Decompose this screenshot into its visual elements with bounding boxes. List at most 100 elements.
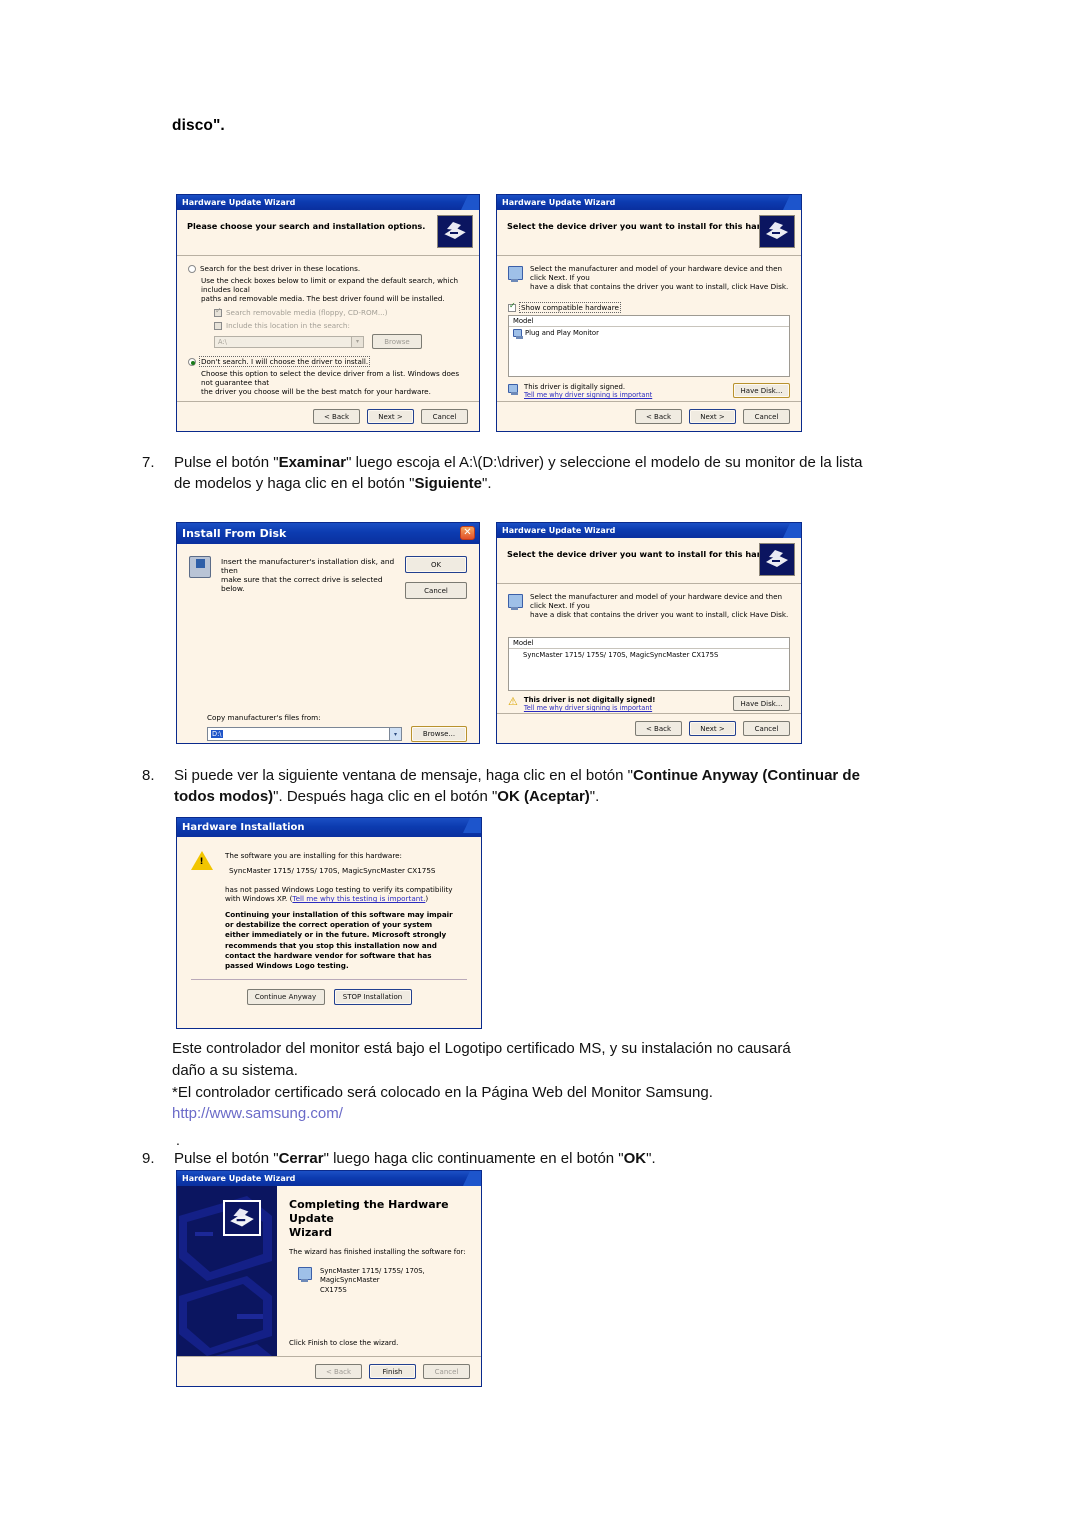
finish-hint: Click Finish to close the wizard.	[289, 1339, 399, 1347]
dialog-title: Hardware Update Wizard	[182, 198, 296, 207]
wizard-title: Completing the Hardware Update Wizard	[289, 1198, 471, 1239]
step-9: 9. Pulse el botón "Cerrar" luego haga cl…	[142, 1148, 872, 1169]
location-combobox[interactable]: A:\ ▾	[214, 335, 364, 348]
titlebar-corner	[455, 1171, 481, 1186]
warning-triangle-icon: ⚠	[508, 695, 518, 708]
driver-desc-line1: Select the manufacturer and model of you…	[530, 592, 783, 610]
checkbox-label: Search removable media (floppy, CD-ROM..…	[226, 308, 388, 317]
bold-line4: recommends that you stop this installati…	[225, 940, 437, 950]
monitor-icon	[508, 594, 523, 610]
model-listbox[interactable]: Model Plug and Play Monitor	[508, 315, 790, 377]
back-button[interactable]: < Back	[635, 409, 682, 424]
wizard-header-text: Please choose your search and installati…	[187, 221, 426, 231]
driver-signing-link[interactable]: Tell me why driver signing is important	[524, 391, 733, 399]
have-disk-button[interactable]: Have Disk...	[733, 696, 790, 711]
cancel-button[interactable]: Cancel	[743, 409, 790, 424]
titlebar: Hardware Installation	[177, 818, 481, 837]
wizard-body: Select the manufacturer and model of you…	[497, 256, 801, 399]
dialog-completing-wizard[interactable]: Hardware Update Wizard Completing the Ha…	[176, 1170, 482, 1387]
dialog-install-from-disk[interactable]: Install From Disk ✕ Insert the manufactu…	[176, 522, 480, 744]
radio-label: Search for the best driver in these loca…	[200, 264, 361, 273]
bold-line6: passed Windows Logo testing.	[225, 961, 349, 971]
driver-signing-link[interactable]: Tell me why driver signing is important	[524, 704, 733, 712]
wizard-title-line1: Completing the Hardware Update	[289, 1198, 449, 1225]
closing-paragraph: Este controlador del monitor está bajo e…	[172, 1038, 872, 1125]
have-disk-button[interactable]: Have Disk...	[733, 383, 790, 398]
intro-text: The software you are installing for this…	[225, 851, 402, 860]
back-button[interactable]: < Back	[315, 1364, 362, 1379]
wizard-hand-disk-icon	[759, 543, 795, 576]
radio-dont-search[interactable]: Don't search. I will choose the driver t…	[188, 356, 468, 367]
path-combobox[interactable]: D:\ ▾	[207, 727, 402, 741]
signed-status: This driver is not digitally signed!	[523, 696, 656, 704]
checkbox-icon	[214, 322, 222, 330]
dialog-title: Hardware Update Wizard	[182, 1174, 296, 1183]
next-button[interactable]: Next >	[367, 409, 414, 424]
back-button[interactable]: < Back	[635, 721, 682, 736]
step-7: 7. Pulse el botón "Examinar" luego escoj…	[142, 452, 872, 495]
radio-label: Don't search. I will choose the driver t…	[198, 356, 371, 367]
ok-button[interactable]: OK	[405, 556, 467, 573]
document-page: disco". Hardware Update Wizard Please ch…	[0, 0, 1080, 1528]
list-item[interactable]: Plug and Play Monitor	[509, 327, 789, 339]
floppy-disk-icon	[189, 556, 211, 578]
checkbox-show-compatible[interactable]: Show compatible hardware	[508, 302, 790, 313]
checkbox-label: Include this location in the search:	[226, 321, 350, 330]
close-icon[interactable]: ✕	[460, 526, 475, 540]
list-item[interactable]: SyncMaster 1715/ 175S/ 170S, MagicSyncMa…	[509, 649, 789, 659]
dialog-select-driver-samsung[interactable]: Hardware Update Wizard Select the device…	[496, 522, 802, 744]
next-button[interactable]: Next >	[689, 721, 736, 736]
dialog-search-options[interactable]: Hardware Update Wizard Please choose you…	[176, 194, 480, 432]
samsung-url-link[interactable]: http://www.samsung.com/	[172, 1103, 872, 1125]
step-text: Pulse el botón "Examinar" luego escoja e…	[174, 454, 863, 493]
cancel-button[interactable]: Cancel	[421, 409, 468, 424]
monitor-icon	[513, 329, 523, 339]
browse-button[interactable]: Browse...	[411, 726, 467, 742]
driver-desc-line2: have a disk that contains the driver you…	[530, 610, 789, 619]
finish-button[interactable]: Finish	[369, 1364, 416, 1379]
cancel-button[interactable]: Cancel	[423, 1364, 470, 1379]
testing-important-link[interactable]: Tell me why this testing is important.	[292, 894, 425, 903]
search-description-line1: Use the check boxes below to limit or ex…	[201, 276, 459, 294]
checkbox-icon	[508, 302, 516, 312]
dialog-hardware-installation[interactable]: Hardware Installation The software you a…	[176, 817, 482, 1029]
browse-button[interactable]: Browse	[372, 334, 422, 349]
step-number: 8.	[142, 767, 155, 784]
continue-anyway-button[interactable]: Continue Anyway	[246, 989, 325, 1006]
warning-suffix: )	[425, 894, 429, 903]
step-text: Si puede ver la siguiente ventana de men…	[174, 767, 860, 806]
warning-prefix: with Windows XP. (	[225, 894, 293, 903]
dialog-body: The software you are installing for this…	[177, 837, 481, 1006]
dontsearch-description: Choose this option to select the device …	[201, 369, 468, 396]
paragraph-line3: *El controlador certificado será colocad…	[172, 1083, 713, 1101]
cancel-button[interactable]: Cancel	[405, 582, 467, 599]
dialog-footer: < Back Finish Cancel	[177, 1356, 481, 1386]
back-button[interactable]: < Back	[313, 409, 360, 424]
dialog-select-driver-compatible[interactable]: Hardware Update Wizard Select the device…	[496, 194, 802, 432]
bold-line1: Continuing your installation of this sof…	[225, 910, 453, 919]
chevron-down-icon[interactable]: ▾	[351, 336, 363, 347]
monitor-icon	[298, 1267, 312, 1283]
checkbox-search-removable[interactable]: Search removable media (floppy, CD-ROM..…	[214, 307, 468, 317]
cancel-button[interactable]: Cancel	[743, 721, 790, 736]
device-line1: SyncMaster 1715/ 175S/ 170S, MagicSyncMa…	[320, 1267, 425, 1285]
stop-installation-button[interactable]: STOP Installation	[333, 989, 412, 1006]
dialog-footer: < Back Next > Cancel	[497, 713, 801, 743]
step-number: 9.	[142, 1150, 155, 1167]
message-line1: Insert the manufacturer's installation d…	[221, 557, 395, 575]
titlebar-corner	[455, 818, 481, 833]
page-heading: disco".	[172, 117, 225, 134]
model-listbox[interactable]: Model SyncMaster 1715/ 175S/ 170S, Magic…	[508, 637, 790, 691]
checkbox-icon	[214, 307, 222, 317]
wizard-body: Select the manufacturer and model of you…	[497, 584, 801, 712]
dontsearch-description-line1: Choose this option to select the device …	[201, 369, 460, 387]
wizard-header-text: Select the device driver you want to ins…	[507, 221, 793, 231]
chevron-down-icon[interactable]: ▾	[389, 728, 401, 740]
step-text: Pulse el botón "Cerrar" luego haga clic …	[174, 1150, 656, 1167]
dialog-title: Hardware Update Wizard	[502, 526, 616, 535]
paragraph-line1: Este controlador del monitor está bajo e…	[172, 1040, 791, 1057]
next-button[interactable]: Next >	[689, 409, 736, 424]
checkbox-include-location[interactable]: Include this location in the search:	[214, 321, 468, 330]
wizard-title-line2: Wizard	[289, 1225, 333, 1239]
radio-search-best-driver[interactable]: Search for the best driver in these loca…	[188, 264, 468, 273]
